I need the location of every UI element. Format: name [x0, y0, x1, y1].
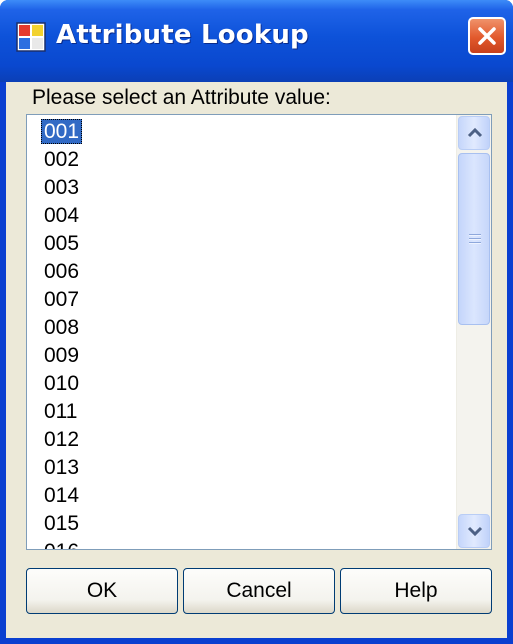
list-item[interactable]: 002 [41, 147, 82, 172]
chevron-down-icon [467, 526, 483, 537]
list-item[interactable]: 001 [41, 119, 83, 144]
list-item[interactable]: 010 [41, 371, 82, 396]
list-item[interactable]: 004 [41, 203, 82, 228]
list-item[interactable]: 005 [41, 231, 82, 256]
close-icon [478, 27, 496, 45]
ok-button[interactable]: OK [26, 568, 178, 614]
list-item[interactable]: 011 [41, 399, 80, 424]
chevron-up-icon [467, 127, 483, 138]
list-item[interactable]: 013 [41, 455, 82, 480]
dialog-client-area: Please select an Attribute value: 001 002… [6, 82, 507, 638]
prompt-label: Please select an Attribute value: [32, 86, 331, 109]
list-item[interactable]: 007 [41, 287, 82, 312]
list-item[interactable]: 012 [41, 427, 82, 452]
list-item[interactable]: 009 [41, 343, 82, 368]
scroll-up-button[interactable] [458, 116, 490, 150]
list-item[interactable]: 016 [41, 539, 82, 549]
attribute-value-listbox[interactable]: 001 002 003 004 005 006 007 008 009 010 011 012 013 0… [26, 114, 492, 550]
list-item[interactable]: 015 [41, 511, 82, 536]
list-item[interactable]: 003 [41, 175, 82, 200]
help-button[interactable]: Help [340, 568, 492, 614]
list-item[interactable]: 014 [41, 483, 82, 508]
dialog-title: Attribute Lookup [56, 20, 309, 50]
close-button[interactable] [468, 17, 506, 55]
thumb-grip-icon [469, 234, 481, 244]
title-bar[interactable]: Attribute Lookup [0, 0, 513, 82]
attribute-value-list[interactable]: 001 002 003 004 005 006 007 008 009 010 011 012 013 0… [27, 115, 457, 549]
attribute-lookup-dialog: Attribute Lookup Please select an Attrib… [0, 0, 513, 644]
scrollbar-thumb[interactable] [458, 153, 490, 325]
list-item[interactable]: 008 [41, 315, 82, 340]
list-item[interactable]: 006 [41, 259, 82, 284]
scroll-down-button[interactable] [458, 514, 490, 548]
vertical-scrollbar[interactable] [456, 115, 491, 549]
cancel-button[interactable]: Cancel [183, 568, 335, 614]
dialog-app-icon [16, 22, 46, 52]
